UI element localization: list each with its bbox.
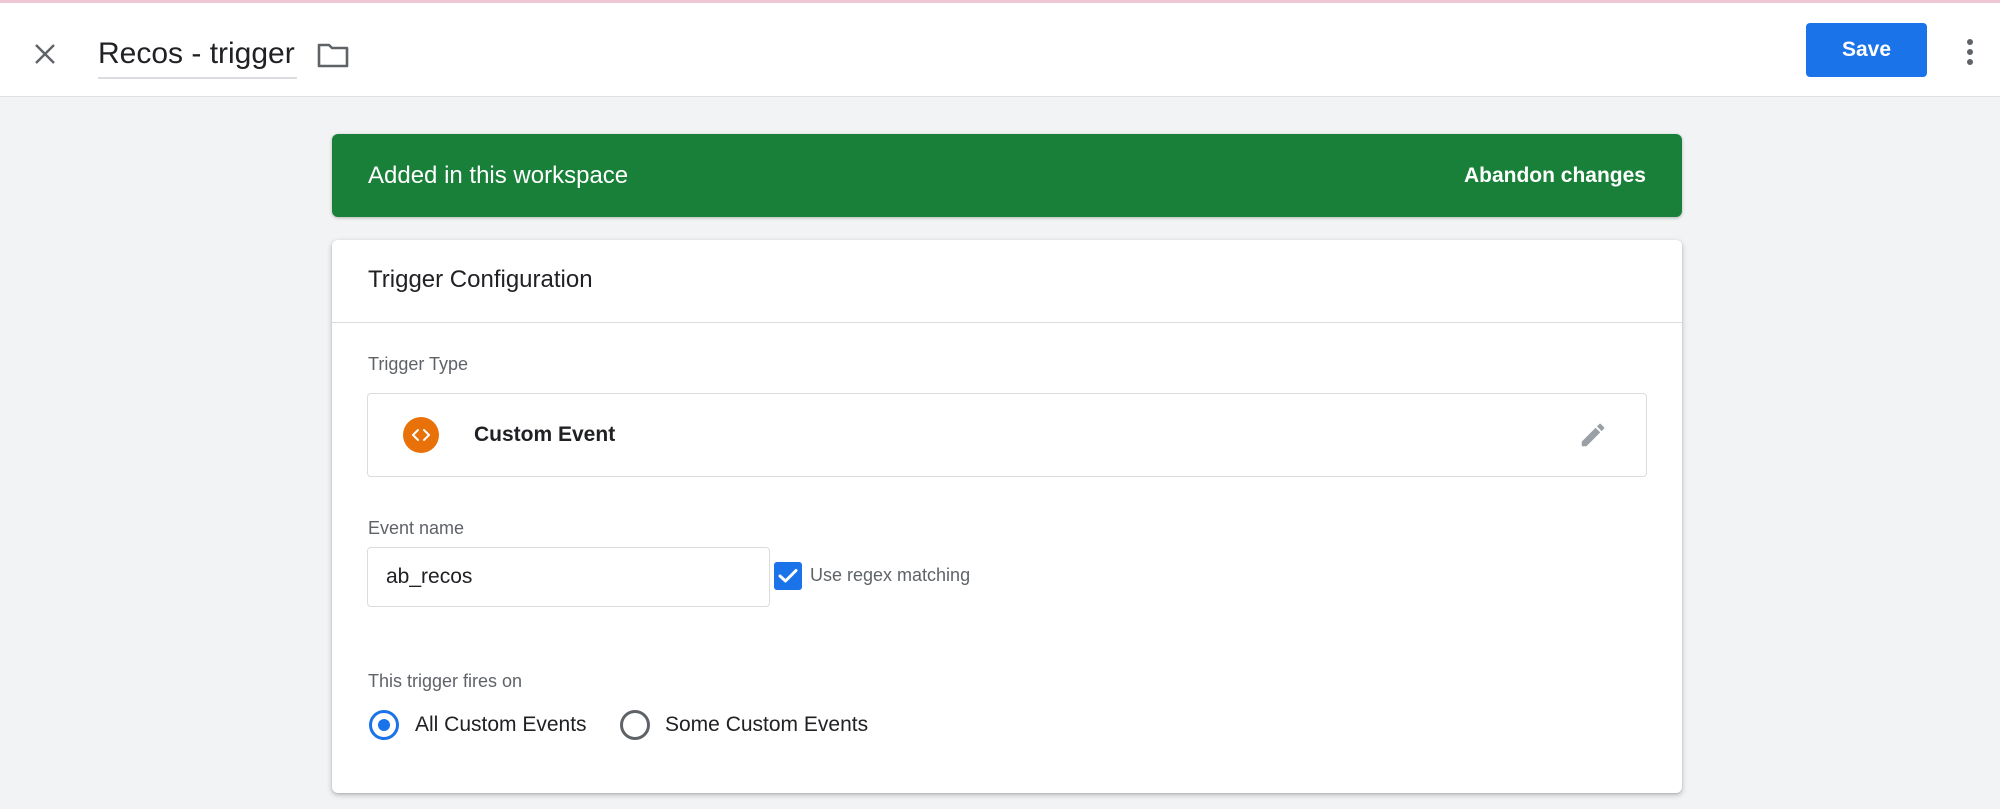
trigger-type-selector[interactable]: Custom Event [367, 393, 1647, 477]
regex-checkbox-label[interactable]: Use regex matching [810, 565, 970, 586]
folder-button[interactable] [314, 36, 352, 74]
more-options-button[interactable] [1952, 29, 1988, 75]
trigger-type-label: Trigger Type [368, 354, 469, 374]
code-brackets-icon [403, 417, 439, 453]
radio-some-custom-events-label[interactable]: Some Custom Events [665, 713, 868, 737]
trigger-type-name: Custom Event [474, 423, 616, 446]
checkmark-icon [778, 569, 798, 583]
radio-all-custom-events-label[interactable]: All Custom Events [415, 713, 587, 737]
close-icon [35, 44, 55, 64]
folder-icon [317, 43, 349, 68]
trigger-configuration-card: Trigger Configuration Trigger Type Custo… [332, 240, 1682, 793]
editor-header: Recos - trigger Save [0, 3, 2000, 97]
event-name-label: Event name [368, 518, 465, 538]
radio-some-custom-events[interactable] [620, 710, 650, 740]
save-button[interactable]: Save [1806, 23, 1927, 77]
trigger-name-title[interactable]: Recos - trigger [98, 31, 297, 79]
workspace-status-banner: Added in this workspace Abandon changes [332, 134, 1682, 217]
abandon-changes-link[interactable]: Abandon changes [1464, 134, 1646, 217]
card-title: Trigger Configuration [368, 266, 593, 293]
banner-message: Added in this workspace [368, 162, 629, 189]
radio-all-custom-events[interactable] [369, 710, 399, 740]
pencil-icon[interactable] [1578, 420, 1608, 450]
more-vert-icon [1967, 39, 1973, 65]
event-name-input[interactable] [367, 547, 770, 607]
fires-on-label: This trigger fires on [368, 671, 523, 691]
close-button[interactable] [22, 31, 68, 77]
regex-checkbox[interactable] [774, 562, 802, 590]
card-divider [332, 322, 1682, 323]
